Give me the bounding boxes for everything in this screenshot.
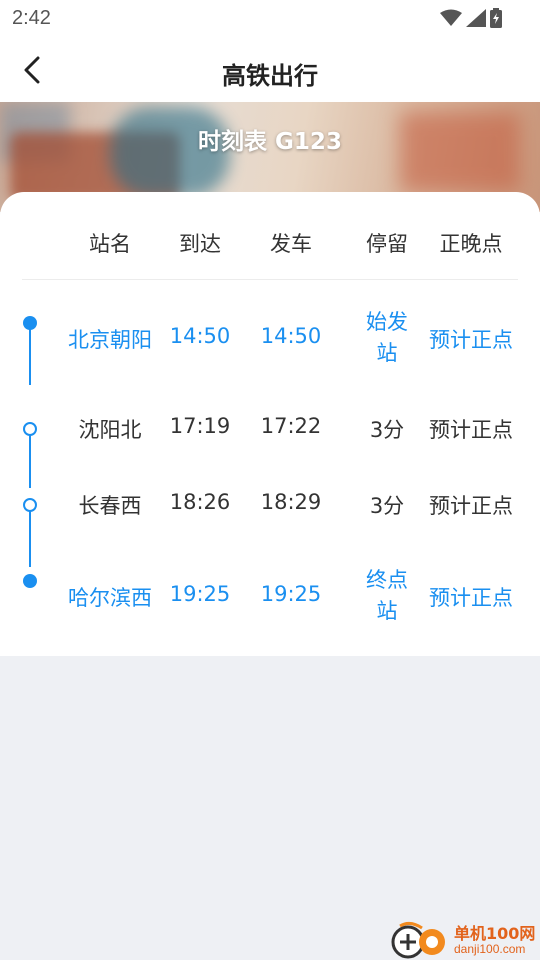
column-header-stay: 停留 — [366, 232, 408, 256]
header-divider — [22, 279, 518, 280]
arrive-time: 14:50 — [169, 324, 231, 348]
table-row[interactable]: 沈阳北 17:19 17:22 3分 预计正点 — [0, 410, 540, 450]
stay-line: 站 — [376, 599, 398, 623]
punctuality-status: 预计正点 — [429, 328, 513, 352]
depart-time: 19:25 — [260, 582, 322, 606]
table-row[interactable]: 长春西 18:26 18:29 3分 预计正点 — [0, 486, 540, 526]
table-row[interactable]: 北京朝阳 14:50 14:50 始发 站 预计正点 — [0, 304, 540, 370]
stay-duration: 3分 — [369, 494, 405, 518]
battery-icon — [490, 8, 502, 28]
station-name: 沈阳北 — [78, 418, 142, 442]
stay-duration: 3分 — [369, 418, 405, 442]
watermark-url: danji100.com — [454, 942, 526, 956]
table-row[interactable]: 哈尔滨西 19:25 19:25 终点 站 预计正点 — [0, 562, 540, 628]
arrive-time: 17:19 — [169, 414, 231, 438]
station-name: 哈尔滨西 — [68, 586, 152, 610]
page-title: 高铁出行 — [222, 62, 318, 90]
stay-duration: 始发 站 — [358, 307, 416, 369]
punctuality-status: 预计正点 — [429, 586, 513, 610]
signal-icon — [466, 9, 486, 27]
table-header: 站名 到达 发车 停留 正晚点 — [0, 192, 540, 280]
schedule-card: 站名 到达 发车 停留 正晚点 北京朝阳 14:50 14:50 始发 站 预计… — [0, 192, 540, 656]
status-bar: 2:42 — [0, 0, 540, 38]
column-header-punctuality: 正晚点 — [439, 232, 503, 256]
depart-time: 18:29 — [260, 490, 322, 514]
watermark-name: 单机100网 — [454, 924, 536, 943]
watermark-logo-icon — [391, 921, 445, 959]
station-name: 北京朝阳 — [68, 328, 152, 352]
watermark: 单机100网 danji100.com — [390, 912, 540, 960]
wifi-icon — [440, 9, 462, 26]
punctuality-status: 预计正点 — [429, 418, 513, 442]
stay-line: 终点 — [366, 568, 408, 592]
stay-line: 始发 — [366, 310, 408, 334]
arrive-time: 18:26 — [169, 490, 231, 514]
station-name: 长春西 — [78, 494, 142, 518]
punctuality-status: 预计正点 — [429, 494, 513, 518]
status-icons — [440, 8, 502, 28]
schedule-title: 时刻表 G123 — [198, 129, 342, 155]
column-header-arrive: 到达 — [179, 232, 221, 256]
depart-time: 17:22 — [260, 414, 322, 438]
column-header-depart: 发车 — [270, 232, 312, 256]
stay-duration: 终点 站 — [358, 565, 416, 627]
status-time: 2:42 — [12, 7, 51, 29]
depart-time: 14:50 — [260, 324, 322, 348]
arrive-time: 19:25 — [169, 582, 231, 606]
app-bar: 高铁出行 — [0, 38, 540, 102]
column-header-station: 站名 — [89, 232, 131, 256]
stay-line: 站 — [376, 341, 398, 365]
